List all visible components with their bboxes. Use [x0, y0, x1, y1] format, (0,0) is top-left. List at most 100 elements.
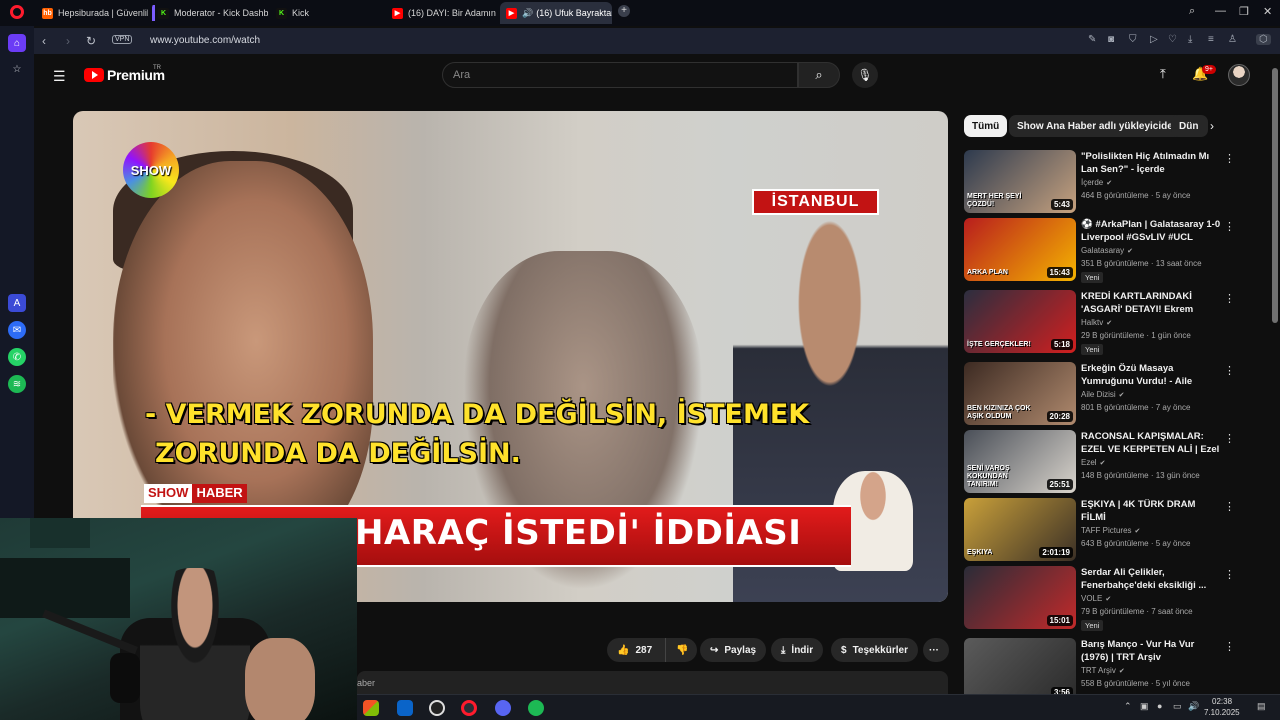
maximize-icon[interactable]: ❐ [1239, 5, 1249, 18]
more-vert-icon[interactable]: ⋮ [1224, 220, 1235, 233]
recommended-video[interactable]: BEN KIZINIZA ÇOK AŞIK OLDUM 20:28 Erkeğin … [964, 362, 1235, 426]
tray-icon[interactable]: ▣ [1140, 701, 1149, 712]
recommended-video[interactable]: MERT HER ŞEYİ ÇÖZDÜ! 5:43 "Polislikten Hiç… [964, 150, 1235, 214]
chevron-right-icon[interactable]: › [1210, 119, 1214, 133]
chip-yesterday[interactable]: Dün [1171, 115, 1208, 137]
channel-name[interactable]: Halktv ✔ [1081, 318, 1112, 327]
url-field[interactable]: www.youtube.com/watch [150, 35, 260, 46]
video-title[interactable]: KREDİ KARTLARINDAKİ 'ASGARİ' DETAYI! Ekr… [1081, 290, 1221, 316]
video-thumbnail[interactable]: 3:56 [964, 638, 1076, 701]
heart-icon[interactable]: ♡ [1168, 34, 1177, 45]
microphone-icon[interactable]: 🎙 [852, 62, 878, 88]
video-title[interactable]: Barış Manço - Vur Ha Vur (1976) | TRT Ar… [1081, 638, 1221, 664]
more-vert-icon[interactable]: ⋮ [1224, 640, 1235, 653]
video-thumbnail[interactable]: ARKA PLAN 15:43 [964, 218, 1076, 281]
close-icon[interactable]: ✕ [1263, 5, 1272, 18]
reload-icon[interactable]: ↻ [86, 34, 96, 48]
opera-taskbar-icon[interactable] [461, 700, 477, 716]
tab-youtube-dayi[interactable]: ▶ (16) DAYI: Bir Adamın Hik [386, 2, 498, 24]
more-actions-button[interactable]: ··· [923, 638, 949, 662]
microphone-tray-icon[interactable]: ● [1157, 701, 1162, 711]
tab-youtube-ufuk[interactable]: ▶ 🔊 (16) Ufuk Bayraktar re [500, 2, 612, 24]
scrollbar-thumb[interactable] [1272, 68, 1278, 323]
recommended-video[interactable]: 3:56 Barış Manço - Vur Ha Vur (1976) | TR… [964, 638, 1235, 702]
youtube-logo-icon[interactable] [84, 68, 104, 82]
video-thumbnail[interactable]: 15:01 [964, 566, 1076, 629]
tab-kick-dashboard[interactable]: K Moderator - Kick Dashboa [152, 2, 268, 24]
channel-name[interactable]: TAFF Pictures ✔ [1081, 526, 1140, 535]
search-input[interactable]: Ara [442, 62, 798, 88]
share-button[interactable]: ↪ Paylaş [700, 638, 767, 662]
channel-name[interactable]: Aile Dizisi ✔ [1081, 390, 1125, 399]
video-title[interactable]: EŞKIYA | 4K TÜRK DRAM FİLMİ [1081, 498, 1221, 524]
download-icon[interactable]: ⤓ [1188, 34, 1192, 45]
speaker-icon[interactable]: 🔊 [522, 8, 533, 19]
more-vert-icon[interactable]: ⋮ [1224, 152, 1235, 165]
network-icon[interactable]: ▭ [1173, 701, 1182, 712]
app-icon[interactable] [429, 700, 445, 716]
more-vert-icon[interactable]: ⋮ [1224, 432, 1235, 445]
bookmark-icon[interactable]: ☆ [8, 60, 26, 78]
menu-icon[interactable]: ≡ [1208, 34, 1214, 45]
scrollbar[interactable] [1270, 56, 1280, 696]
vpn-badge[interactable]: VPN [112, 35, 133, 44]
minimize-icon[interactable]: — [1215, 5, 1226, 17]
like-button[interactable]: 👍 287 [607, 638, 665, 662]
shield-icon[interactable]: ⛉ [1129, 34, 1137, 45]
play-icon[interactable]: ▷ [1150, 34, 1158, 45]
more-vert-icon[interactable]: ⋮ [1224, 292, 1235, 305]
more-vert-icon[interactable]: ⋮ [1224, 364, 1235, 377]
opera-logo-icon[interactable] [10, 5, 24, 19]
video-title[interactable]: RACONSAL KAPIŞMALAR: EZEL VE KERPETEN AL… [1081, 430, 1221, 456]
forward-icon[interactable]: › [66, 34, 70, 48]
search-icon[interactable]: ⌕ [798, 62, 840, 88]
hamburger-icon[interactable]: ☰ [53, 68, 66, 85]
channel-name[interactable]: TRT Arşiv ✔ [1081, 666, 1125, 675]
more-vert-icon[interactable]: ⋮ [1224, 500, 1235, 513]
clock-date[interactable]: 7.10.2025 [1204, 708, 1240, 717]
whatsapp-icon[interactable]: ✆ [8, 348, 26, 366]
upload-icon[interactable]: ⤒ [1160, 66, 1166, 82]
aria-icon[interactable]: A [8, 294, 26, 312]
spotify-icon[interactable]: ≋ [8, 375, 26, 393]
video-title[interactable]: Serdar Ali Çelikler, Fenerbahçe'deki eks… [1081, 566, 1221, 592]
channel-name[interactable]: VOLE ✔ [1081, 594, 1111, 603]
thanks-button[interactable]: $ Teşekkürler [831, 638, 918, 662]
discord-icon[interactable] [495, 700, 511, 716]
channel-name[interactable]: Galatasaray ✔ [1081, 246, 1133, 255]
camera-icon[interactable]: ◙ [1108, 34, 1114, 45]
dislike-button[interactable]: 👎 [665, 638, 697, 662]
new-tab-button[interactable]: + [618, 5, 630, 17]
download-button[interactable]: ⤓ İndir [771, 638, 824, 662]
recommended-video[interactable]: İŞTE GERÇEKLER! 5:18 KREDİ KARTLARINDAKİ '… [964, 290, 1235, 355]
volume-icon[interactable]: 🔊 [1188, 701, 1199, 712]
back-icon[interactable]: ‹ [42, 34, 46, 48]
channel-name[interactable]: Ezel ✔ [1081, 458, 1105, 467]
video-title[interactable]: Erkeğin Özü Masaya Yumruğunu Vurdu! - Ai… [1081, 362, 1221, 388]
notifications-icon[interactable]: ▤ [1257, 701, 1266, 712]
tab-hepsiburada[interactable]: hb Hepsiburada | Güvenlik [36, 2, 148, 24]
home-icon[interactable]: ⌂ [8, 34, 26, 52]
chevron-up-icon[interactable]: ⌃ [1124, 701, 1132, 712]
outlook-icon[interactable] [397, 700, 413, 716]
avatar[interactable] [1228, 64, 1250, 86]
edit-icon[interactable]: ✎ [1088, 34, 1096, 45]
channel-name[interactable]: İçerde ✔ [1081, 178, 1112, 187]
video-title[interactable]: ⚽ #ArkaPlan | Galatasaray 1-0 Liverpool … [1081, 218, 1221, 244]
tab-kick[interactable]: K Kick [270, 2, 384, 24]
chip-uploader[interactable]: Show Ana Haber adlı yükleyiciden [1009, 115, 1187, 137]
video-title[interactable]: "Polislikten Hiç Atılmadın Mı Lan Sen?" … [1081, 150, 1221, 176]
video-thumbnail[interactable]: EŞKIYA 2:01:19 [964, 498, 1076, 561]
clock-time[interactable]: 02:38 [1212, 697, 1232, 706]
video-thumbnail[interactable]: BEN KIZINIZA ÇOK AŞIK OLDUM 20:28 [964, 362, 1076, 425]
profile-icon[interactable]: ♙ [1228, 34, 1237, 45]
spotify-taskbar-icon[interactable] [528, 700, 544, 716]
video-thumbnail[interactable]: SENİ VAROŞ KOKUNDAN TANIRIM! 25:51 [964, 430, 1076, 493]
description-box[interactable]: aber [357, 671, 948, 695]
chip-all[interactable]: Tümü [964, 115, 1008, 137]
video-thumbnail[interactable]: İŞTE GERÇEKLER! 5:18 [964, 290, 1076, 353]
search-tabs-icon[interactable]: ⌕ [1189, 5, 1195, 18]
messenger-icon[interactable]: ✉ [8, 321, 26, 339]
recommended-video[interactable]: ARKA PLAN 15:43 ⚽ #ArkaPlan | Galatasaray … [964, 218, 1235, 283]
recommended-video[interactable]: EŞKIYA 2:01:19 EŞKIYA | 4K TÜRK DRAM FİLMİ… [964, 498, 1235, 562]
